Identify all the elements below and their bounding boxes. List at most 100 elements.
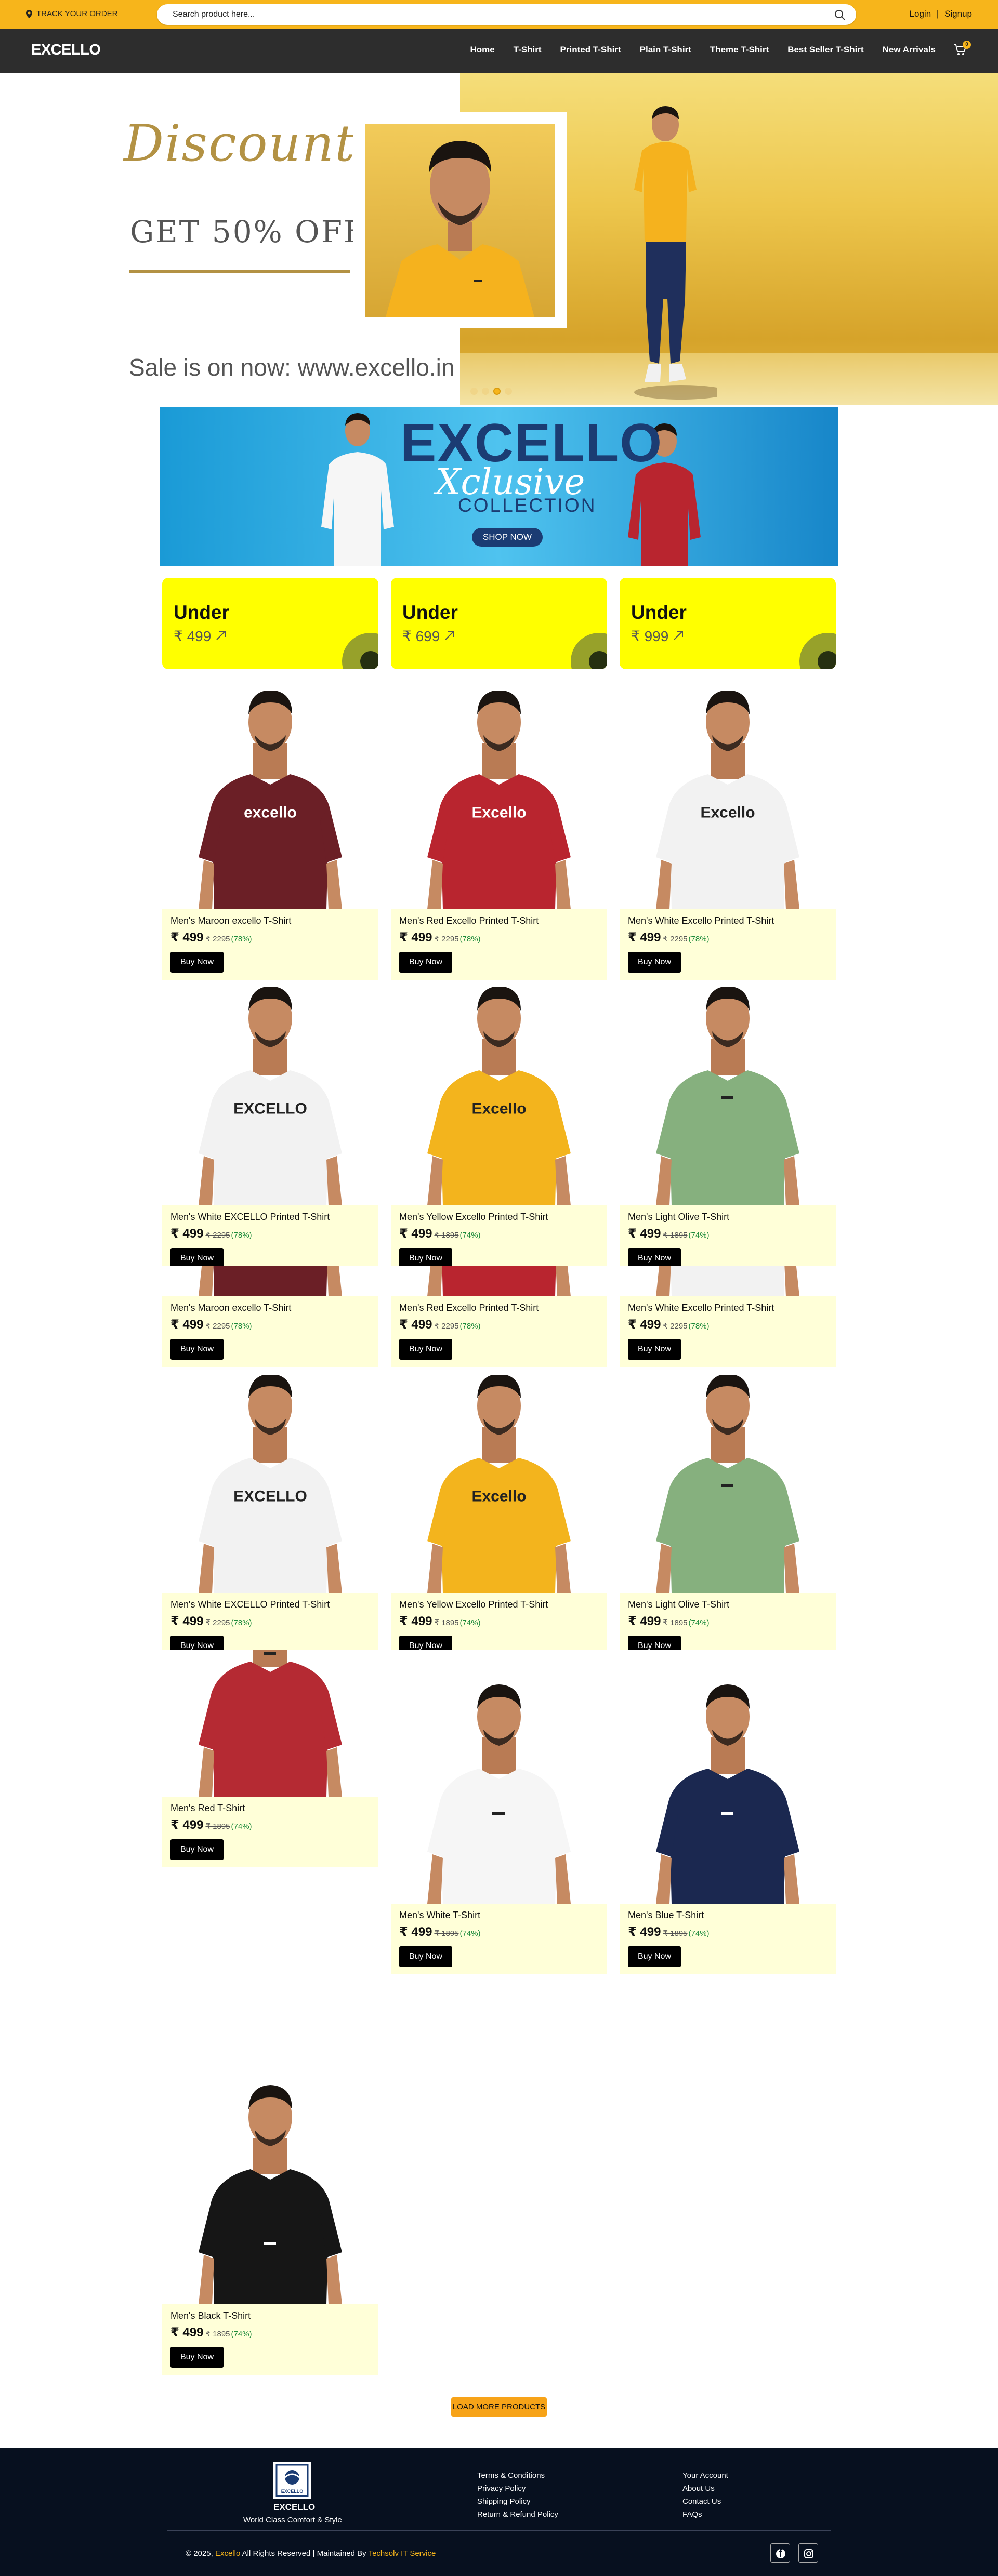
login-link[interactable]: Login [910,9,931,19]
cart-button[interactable]: 0 [953,41,971,59]
product-name[interactable]: Men's Black T-Shirt [170,2311,370,2321]
product-card[interactable]: Excello Men's White Excello Printed T-Shi… [620,691,836,980]
product-card[interactable]: Men's Light Olive T-Shirt ₹ 499 ₹ 1895 (74%… [620,1375,836,1664]
product-image-wrap[interactable] [162,1650,378,1797]
product-name[interactable]: Men's Red Excello Printed T-Shirt [399,915,599,926]
copyright-brand[interactable]: Excello [215,2549,240,2558]
product-image-wrap[interactable]: Excello [620,691,836,909]
nav-item-theme-t-shirt[interactable]: Theme T-Shirt [710,45,769,55]
product-card[interactable]: EXCELLO Men's White EXCELLO Printed T-Shi… [162,1375,378,1664]
exclusive-collection-banner[interactable]: EXCELLO Xclusive COLLECTION SHOP NOW [160,407,838,566]
product-card[interactable]: excello Men's Maroon excello T-Shirt ₹ 499… [162,691,378,980]
shop-now-button[interactable]: SHOP NOW [472,528,543,547]
search-icon[interactable] [834,9,846,21]
product-image-wrap[interactable]: Excello [391,1375,607,1593]
buy-now-button[interactable]: Buy Now [399,1339,452,1360]
footer-link-about-us[interactable]: About Us [682,2484,728,2493]
signup-link[interactable]: Signup [944,9,972,19]
product-name[interactable]: Men's White Excello Printed T-Shirt [628,1303,828,1313]
product-image-wrap[interactable]: Excello [391,691,607,909]
footer-link-terms-conditions[interactable]: Terms & Conditions [477,2471,558,2480]
product-image[interactable]: Excello [391,1375,607,1593]
under-price-card[interactable]: Under ₹ 999 [620,578,836,669]
product-image-wrap[interactable] [162,1266,378,1296]
product-image-wrap[interactable] [620,1266,836,1296]
facebook-button[interactable] [770,2543,790,2563]
product-name[interactable]: Men's White EXCELLO Printed T-Shirt [170,1212,370,1223]
product-image[interactable] [620,1266,836,1296]
product-image[interactable]: EXCELLO [162,987,378,1205]
buy-now-button[interactable]: Buy Now [399,1946,452,1967]
product-card[interactable]: Excello Men's Yellow Excello Printed T-Sh… [391,987,607,1276]
product-name[interactable]: Men's Maroon excello T-Shirt [170,1303,370,1313]
product-image-wrap[interactable] [620,1375,836,1593]
product-image[interactable] [391,1266,607,1296]
product-image-wrap[interactable]: EXCELLO [162,1375,378,1593]
site-logo[interactable]: EXCELLO [31,42,101,59]
footer-link-privacy-policy[interactable]: Privacy Policy [477,2484,558,2493]
product-card[interactable]: Men's Maroon excello T-Shirt ₹ 499 ₹ 2295(… [162,1266,378,1367]
slide-dot[interactable] [470,388,478,395]
product-card[interactable]: Men's Red T-Shirt ₹ 499 ₹ 1895 (74%) Buy Now [162,1650,378,1867]
buy-now-button[interactable]: Buy Now [170,2347,224,2368]
nav-item-printed-t-shirt[interactable]: Printed T-Shirt [560,45,621,55]
product-image[interactable]: excello [162,691,378,909]
product-image[interactable] [162,1993,378,2304]
product-name[interactable]: Men's White T-Shirt [399,1910,599,1921]
nav-item-best-seller-t-shirt[interactable]: Best Seller T-Shirt [787,45,863,55]
product-card[interactable]: Excello Men's Red Excello Printed T-Shirt… [391,691,607,980]
product-image-wrap[interactable]: EXCELLO [162,987,378,1205]
product-image[interactable]: Excello [391,691,607,909]
product-image[interactable] [620,1650,836,1904]
product-name[interactable]: Men's Blue T-Shirt [628,1910,828,1921]
product-image-wrap[interactable] [162,1993,378,2304]
under-price-card[interactable]: Under ₹ 699 [391,578,607,669]
nav-item-t-shirt[interactable]: T-Shirt [514,45,542,55]
nav-item-plain-t-shirt[interactable]: Plain T-Shirt [640,45,691,55]
product-card[interactable]: Men's Light Olive T-Shirt ₹ 499 ₹ 1895 (74%… [620,987,836,1276]
track-order-link[interactable]: TRACK YOUR ORDER [26,9,117,18]
product-name[interactable]: Men's Yellow Excello Printed T-Shirt [399,1212,599,1223]
slide-dot[interactable] [493,388,501,395]
product-image-wrap[interactable] [391,1266,607,1296]
product-name[interactable]: Men's Red T-Shirt [170,1803,370,1814]
buy-now-button[interactable]: Buy Now [399,952,452,973]
product-card[interactable]: Excello Men's Yellow Excello Printed T-Sh… [391,1375,607,1664]
load-more-button[interactable]: LOAD MORE PRODUCTS [451,2397,547,2417]
product-image[interactable] [620,1375,836,1593]
product-name[interactable]: Men's Red Excello Printed T-Shirt [399,1303,599,1313]
slide-dot[interactable] [505,388,512,395]
instagram-button[interactable] [798,2543,818,2563]
buy-now-button[interactable]: Buy Now [170,952,224,973]
slide-dot[interactable] [482,388,489,395]
maintainer-link[interactable]: Techsolv IT Service [369,2549,436,2558]
nav-item-new-arrivals[interactable]: New Arrivals [883,45,936,55]
buy-now-button[interactable]: Buy Now [628,1339,681,1360]
product-image[interactable]: Excello [620,691,836,909]
product-image-wrap[interactable]: excello [162,691,378,909]
product-card[interactable]: Men's White T-Shirt ₹ 499 ₹ 1895 (74%) Buy N… [391,1650,607,1974]
product-image[interactable]: EXCELLO [162,1375,378,1593]
footer-logo[interactable]: EXCELLO [273,2462,311,2499]
product-image-wrap[interactable] [620,987,836,1205]
nav-item-home[interactable]: Home [470,45,494,55]
footer-link-contact-us[interactable]: Contact Us [682,2497,728,2506]
product-name[interactable]: Men's White EXCELLO Printed T-Shirt [170,1599,370,1610]
product-image-wrap[interactable] [391,1650,607,1904]
product-image-wrap[interactable]: Excello [391,987,607,1205]
footer-link-return-refund-policy[interactable]: Return & Refund Policy [477,2510,558,2519]
product-name[interactable]: Men's White Excello Printed T-Shirt [628,915,828,926]
under-price-card[interactable]: Under ₹ 499 [162,578,378,669]
search-input[interactable]: Search product here... [157,4,856,25]
product-image[interactable]: Excello [391,987,607,1205]
buy-now-button[interactable]: Buy Now [628,1946,681,1967]
product-image[interactable] [620,987,836,1205]
buy-now-button[interactable]: Buy Now [170,1339,224,1360]
buy-now-button[interactable]: Buy Now [170,1839,224,1860]
product-image[interactable] [162,1650,378,1797]
product-card[interactable]: Men's Black T-Shirt ₹ 499 ₹ 1895 (74%) Buy N… [162,1993,378,2375]
footer-link-faqs[interactable]: FAQs [682,2510,728,2519]
buy-now-button[interactable]: Buy Now [628,952,681,973]
footer-link-your-account[interactable]: Your Account [682,2471,728,2480]
product-card[interactable]: EXCELLO Men's White EXCELLO Printed T-Shi… [162,987,378,1276]
